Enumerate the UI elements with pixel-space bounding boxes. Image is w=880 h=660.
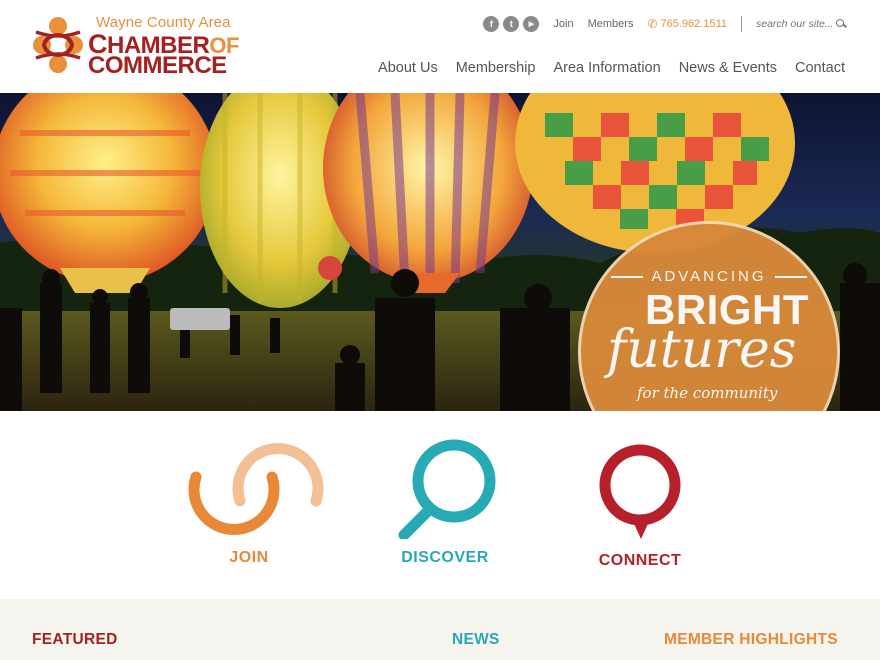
member-highlights-heading: MEMBER HIGHLIGHTS — [664, 631, 838, 648]
nav-item-area-information[interactable]: Area Information — [553, 60, 660, 76]
nav-item-contact[interactable]: Contact — [795, 60, 845, 76]
join-label: JOIN — [229, 549, 269, 566]
nav-item-membership[interactable]: Membership — [456, 60, 536, 76]
join-rings-icon — [188, 443, 324, 535]
badge-community-text: for the community — [637, 384, 778, 402]
join-link[interactable]: Join — [553, 18, 573, 30]
discover-action[interactable]: DISCOVER — [370, 439, 520, 589]
facebook-icon[interactable]: f — [483, 16, 500, 32]
join-action[interactable]: JOIN — [174, 439, 324, 589]
site-header: Wayne County Area CHAMBEROF COMMERCE f t… — [0, 0, 880, 93]
news-heading: NEWS — [452, 631, 500, 648]
connect-label: CONNECT — [598, 552, 682, 569]
phone-number: 765.962.1511 — [660, 18, 727, 30]
content-section: FEATURED NEWS MEMBER HIGHLIGHTS — [0, 599, 880, 660]
connect-action[interactable]: CONNECT — [565, 439, 715, 589]
chamber-logo[interactable]: Wayne County Area CHAMBEROF COMMERCE — [32, 12, 239, 80]
badge-advancing-text: ADVANCING — [581, 268, 837, 285]
youtube-icon[interactable]: ▶ — [523, 16, 540, 32]
twitter-icon[interactable]: t — [503, 16, 520, 32]
hero-banner: ADVANCING BRIGHT futures for the communi… — [0, 93, 880, 411]
featured-heading: FEATURED — [32, 631, 118, 648]
connect-speech-bubble-icon — [599, 444, 681, 539]
logo-tagline: Wayne County Area — [96, 14, 231, 31]
nav-item-about-us[interactable]: About Us — [378, 60, 438, 76]
search-input[interactable] — [756, 18, 832, 30]
search-box[interactable] — [756, 18, 846, 30]
discover-magnifier-icon — [398, 439, 496, 539]
utility-bar: f t ▶ Join Members ✆ 765.962.1511 — [483, 14, 846, 34]
phone-link[interactable]: ✆ 765.962.1511 — [647, 17, 727, 31]
social-links: f t ▶ — [483, 16, 540, 32]
action-section: JOIN DISCOVER CONNECT — [0, 411, 880, 599]
utility-divider — [741, 16, 742, 32]
nav-item-news-events[interactable]: News & Events — [679, 60, 777, 76]
members-link[interactable]: Members — [588, 18, 634, 30]
badge-futures-text: futures — [607, 320, 797, 380]
search-icon[interactable] — [836, 19, 846, 29]
logo-commerce-text: COMMERCE — [88, 52, 227, 79]
discover-label: DISCOVER — [401, 549, 489, 566]
logo-mark-icon — [33, 17, 83, 73]
phone-icon: ✆ — [647, 17, 658, 31]
main-nav: About Us Membership Area Information New… — [378, 60, 845, 76]
